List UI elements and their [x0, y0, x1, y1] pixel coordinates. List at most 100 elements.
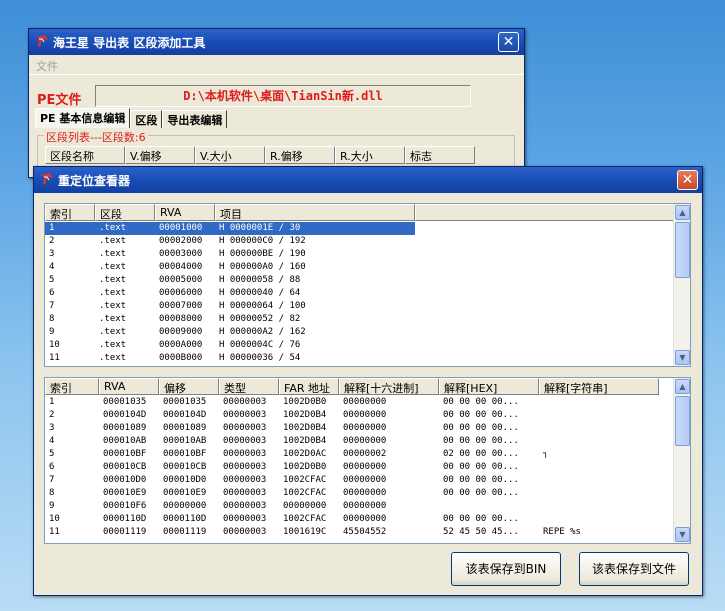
cell-index: 2 — [49, 236, 55, 246]
col-interp-string[interactable]: 解释[字符串] — [539, 378, 659, 395]
col-interp-hex32[interactable]: 解释[十六进制] — [339, 378, 439, 395]
col-r-offset[interactable]: R.偏移 — [265, 146, 335, 164]
cell-interp-string — [539, 409, 659, 422]
cell-rva: 00009000 — [159, 327, 203, 337]
cell-interp-hex: 00 00 00 00... — [443, 397, 519, 407]
entry-list-header: 索引 RVA 偏移 类型 FAR 地址 解释[十六进制] 解释[HEX] 解释[… — [45, 378, 659, 395]
table-row[interactable]: 2 0000104D 0000104D 00000003 1002D0B4 0000000… — [45, 409, 659, 422]
entry-list-scrollbar[interactable]: ▲ ▼ — [673, 378, 690, 543]
table-row[interactable]: 7 .text 00007000 H 00000064 / 100 — [45, 300, 415, 313]
tab-pe-info[interactable]: PE 基本信息编辑 — [35, 108, 131, 128]
cell-interp-string — [539, 487, 659, 500]
cell-index: 7 — [49, 475, 55, 485]
table-row[interactable]: 5 .text 00005000 H 00000058 / 88 — [45, 274, 415, 287]
table-row[interactable]: 7 000010D0 000010D0 00000003 1002CFAC 0000000… — [45, 474, 659, 487]
col-flags[interactable]: 标志 — [405, 146, 475, 164]
cell-items: H 00000040 / 64 — [219, 288, 301, 298]
scroll-up-icon[interactable]: ▲ — [675, 379, 690, 394]
cell-type: 00000003 — [223, 436, 267, 446]
cell-index: 1 — [45, 222, 95, 235]
cell-rva: 00001000 — [155, 222, 215, 235]
col-index[interactable]: 索引 — [45, 204, 95, 221]
col-index[interactable]: 索引 — [45, 378, 99, 395]
table-row[interactable]: 4 000010AB 000010AB 00000003 1002D0B4 0000000… — [45, 435, 659, 448]
cell-interp-hex32: 00000002 — [343, 449, 387, 459]
save-to-bin-button[interactable]: 该表保存到BIN — [451, 552, 561, 586]
scroll-down-icon[interactable]: ▼ — [675, 527, 690, 542]
table-row[interactable]: 6 000010CB 000010CB 00000003 1002D0B0 0000000… — [45, 461, 659, 474]
cell-type: 00000003 — [223, 527, 267, 537]
col-v-offset[interactable]: V.偏移 — [125, 146, 195, 164]
scroll-thumb[interactable] — [675, 396, 690, 446]
cell-rva: 0000110D — [103, 514, 147, 524]
col-far-address[interactable]: FAR 地址 — [279, 378, 339, 395]
table-row[interactable]: 2 .text 00002000 H 000000C0 / 192 — [45, 235, 415, 248]
cell-offset: 000010E9 — [163, 488, 207, 498]
block-list-header: 索引 区段 RVA 项目 — [45, 204, 675, 221]
table-row[interactable]: 8 000010E9 000010E9 00000003 1002CFAC 0000000… — [45, 487, 659, 500]
table-row[interactable]: 3 .text 00003000 H 000000BE / 190 — [45, 248, 415, 261]
col-section[interactable]: 区段 — [95, 204, 155, 221]
cell-rva: 00008000 — [159, 314, 203, 324]
col-rva[interactable]: RVA — [155, 204, 215, 221]
table-row[interactable]: 1 00001035 00001035 00000003 1002D0B0 0000000… — [45, 396, 659, 409]
reloc-title-bar[interactable]: 重定位查看器 ✕ — [34, 167, 702, 193]
table-row[interactable]: 5 000010BF 000010BF 00000003 1002D0AC 0000000… — [45, 448, 659, 461]
col-items[interactable]: 项目 — [215, 204, 415, 221]
table-row[interactable]: 3 00001089 00001089 00000003 1002D0B4 0000000… — [45, 422, 659, 435]
table-row[interactable]: 6 .text 00006000 H 00000040 / 64 — [45, 287, 415, 300]
table-row[interactable]: 1 .text 00001000 H 0000001E / 30 — [45, 222, 415, 235]
block-rows: 1 .text 00001000 H 0000001E / 30 2 .text 00002… — [45, 222, 415, 365]
pe-file-path[interactable]: D:\本机软件\桌面\TianSin新.dll — [95, 85, 471, 107]
col-section-name[interactable]: 区段名称 — [45, 146, 125, 164]
cell-interp-hex: 00 00 00 00... — [443, 475, 519, 485]
reloc-entry-list[interactable]: 索引 RVA 偏移 类型 FAR 地址 解释[十六进制] 解释[HEX] 解释[… — [44, 377, 691, 544]
cell-far-address: 1002CFAC — [283, 488, 327, 498]
table-row[interactable]: 11 .text 0000B000 H 00000036 / 54 — [45, 352, 415, 365]
cell-far-address: 00000000 — [283, 501, 327, 511]
cell-type: 00000003 — [223, 475, 267, 485]
cell-rva: 0000A000 — [159, 340, 203, 350]
cell-type: 00000003 — [223, 514, 267, 524]
col-rva[interactable]: RVA — [99, 378, 159, 395]
cell-rva: 00007000 — [159, 301, 203, 311]
tab-sections[interactable]: 区段 — [130, 110, 163, 128]
table-row[interactable]: 10 0000110D 0000110D 00000003 1002CFAC 000000… — [45, 513, 659, 526]
block-list-scrollbar[interactable]: ▲ ▼ — [673, 204, 690, 366]
reloc-viewer-window: 重定位查看器 ✕ 索引 区段 RVA 项目 1 .text 00001000 H 00… — [33, 166, 703, 596]
col-interp-hex[interactable]: 解释[HEX] — [439, 378, 539, 395]
cell-far-address: 1002CFAC — [283, 514, 327, 524]
close-icon[interactable]: ✕ — [498, 32, 519, 52]
table-row[interactable]: 8 .text 00008000 H 00000052 / 82 — [45, 313, 415, 326]
cell-index: 5 — [49, 275, 55, 285]
close-icon[interactable]: ✕ — [677, 170, 698, 190]
menu-file[interactable]: 文件 — [36, 58, 58, 74]
cell-interp-hex: 00 00 00 00... — [443, 436, 519, 446]
col-v-size[interactable]: V.大小 — [195, 146, 265, 164]
tab-strip: PE 基本信息编辑 区段 导出表编辑 — [35, 108, 228, 129]
scroll-thumb[interactable] — [675, 222, 690, 278]
col-r-size[interactable]: R.大小 — [335, 146, 405, 164]
table-row[interactable]: 9 .text 00009000 H 000000A2 / 162 — [45, 326, 415, 339]
cell-offset: 000010CB — [163, 462, 207, 472]
table-row[interactable]: 10 .text 0000A000 H 0000004C / 76 — [45, 339, 415, 352]
scroll-up-icon[interactable]: ▲ — [675, 205, 690, 220]
cell-offset: 0000104D — [163, 410, 207, 420]
save-to-file-button[interactable]: 该表保存到文件 — [579, 552, 689, 586]
main-title-bar[interactable]: 海王星 导出表 区段添加工具 ✕ — [29, 29, 524, 55]
cell-interp-hex: 00 00 00 00... — [443, 488, 519, 498]
col-type[interactable]: 类型 — [219, 378, 279, 395]
cell-section: .text — [99, 249, 127, 259]
cell-type: 00000003 — [223, 423, 267, 433]
cell-offset: 000010D0 — [163, 475, 207, 485]
cell-interp-hex32: 00000000 — [343, 475, 387, 485]
table-row[interactable]: 11 00001119 00001119 00000003 1001619C 455045… — [45, 526, 659, 539]
cell-items: H 000000A0 / 160 — [219, 262, 306, 272]
reloc-block-list[interactable]: 索引 区段 RVA 项目 1 .text 00001000 H 0000001E / … — [44, 203, 691, 367]
tab-export-table[interactable]: 导出表编辑 — [162, 110, 228, 128]
table-row[interactable]: 4 .text 00004000 H 000000A0 / 160 — [45, 261, 415, 274]
scroll-down-icon[interactable]: ▼ — [675, 350, 690, 365]
col-offset[interactable]: 偏移 — [159, 378, 219, 395]
table-row[interactable]: 9 000010F6 00000000 00000003 00000000 0000000… — [45, 500, 659, 513]
cell-rva: 00001035 — [103, 397, 147, 407]
